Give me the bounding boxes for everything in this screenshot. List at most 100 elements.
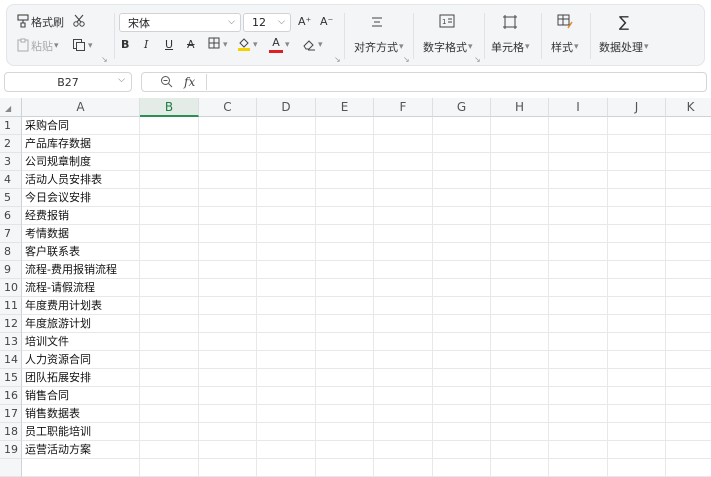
- cell-k[interactable]: [666, 441, 711, 459]
- row-header[interactable]: 8: [0, 243, 22, 261]
- cell-j[interactable]: [608, 279, 666, 297]
- cell-b[interactable]: [140, 441, 199, 459]
- cell-g[interactable]: [433, 351, 491, 369]
- cell-h[interactable]: [491, 459, 549, 477]
- cell-j[interactable]: [608, 297, 666, 315]
- spreadsheet-grid[interactable]: ◢ A B C D E F G H I J K 1 采购合同 2 产品库存数据 3 公司规章制度 4 活动人员安排表…: [0, 98, 711, 477]
- cell-a[interactable]: 人力资源合同: [22, 351, 140, 369]
- alignment-button[interactable]: 对齐方式 ▾: [354, 39, 404, 55]
- row-header[interactable]: [0, 459, 22, 477]
- cell-d[interactable]: [257, 351, 316, 369]
- cell-h[interactable]: [491, 405, 549, 423]
- cell-f[interactable]: [374, 441, 433, 459]
- cell-i[interactable]: [549, 135, 608, 153]
- cell-e[interactable]: [316, 297, 374, 315]
- cell-e[interactable]: [316, 387, 374, 405]
- cell-k[interactable]: [666, 387, 711, 405]
- cell-e[interactable]: [316, 135, 374, 153]
- cell-g[interactable]: [433, 297, 491, 315]
- italic-button[interactable]: I: [144, 38, 148, 51]
- cell-g[interactable]: [433, 459, 491, 477]
- cell-h[interactable]: [491, 333, 549, 351]
- cell-b[interactable]: [140, 225, 199, 243]
- cell-g[interactable]: [433, 387, 491, 405]
- row-header[interactable]: 4: [0, 171, 22, 189]
- cell-h[interactable]: [491, 315, 549, 333]
- cell-h[interactable]: [491, 279, 549, 297]
- style-button[interactable]: 样式 ▾: [551, 39, 579, 55]
- cell-b[interactable]: [140, 135, 199, 153]
- cell-h[interactable]: [491, 387, 549, 405]
- cell-a[interactable]: 今日会议安排: [22, 189, 140, 207]
- cell-i[interactable]: [549, 315, 608, 333]
- cell-h[interactable]: [491, 297, 549, 315]
- cell-g[interactable]: [433, 423, 491, 441]
- cell-e[interactable]: [316, 315, 374, 333]
- cell-d[interactable]: [257, 369, 316, 387]
- chevron-down-icon[interactable]: ⌵: [118, 75, 125, 85]
- cell-c[interactable]: [199, 369, 257, 387]
- cell-k[interactable]: [666, 243, 711, 261]
- format-painter-button[interactable]: 格式刷: [15, 14, 64, 30]
- paste-button[interactable]: 粘贴 ▾: [15, 38, 59, 54]
- number-format-expand-icon[interactable]: ↘: [474, 55, 481, 64]
- cell-a[interactable]: 流程-请假流程: [22, 279, 140, 297]
- cell-d[interactable]: [257, 387, 316, 405]
- cell-d[interactable]: [257, 153, 316, 171]
- cell-k[interactable]: [666, 225, 711, 243]
- cell-g[interactable]: [433, 441, 491, 459]
- cell-j[interactable]: [608, 171, 666, 189]
- cell-c[interactable]: [199, 315, 257, 333]
- cell-f[interactable]: [374, 333, 433, 351]
- cell-f[interactable]: [374, 171, 433, 189]
- cell-k[interactable]: [666, 279, 711, 297]
- cell-b[interactable]: [140, 279, 199, 297]
- cell-k[interactable]: [666, 135, 711, 153]
- cell-f[interactable]: [374, 225, 433, 243]
- cell-c[interactable]: [199, 279, 257, 297]
- cell-a[interactable]: 考情数据: [22, 225, 140, 243]
- clipboard-expand-icon[interactable]: ↘: [101, 55, 108, 64]
- cell-f[interactable]: [374, 261, 433, 279]
- cell-b[interactable]: [140, 459, 199, 477]
- cell-c[interactable]: [199, 189, 257, 207]
- name-box[interactable]: B27 ⌵: [4, 72, 132, 92]
- cell-c[interactable]: [199, 459, 257, 477]
- cell-j[interactable]: [608, 225, 666, 243]
- cell-h[interactable]: [491, 369, 549, 387]
- cell-g[interactable]: [433, 333, 491, 351]
- cell-h[interactable]: [491, 189, 549, 207]
- cell-c[interactable]: [199, 225, 257, 243]
- cell-i[interactable]: [549, 369, 608, 387]
- cell-e[interactable]: [316, 261, 374, 279]
- cell-f[interactable]: [374, 459, 433, 477]
- cell-k[interactable]: [666, 351, 711, 369]
- row-header[interactable]: 18: [0, 423, 22, 441]
- cell-a[interactable]: 采购合同: [22, 117, 140, 135]
- cell-j[interactable]: [608, 441, 666, 459]
- cell-h[interactable]: [491, 171, 549, 189]
- cell-f[interactable]: [374, 351, 433, 369]
- cell-d[interactable]: [257, 315, 316, 333]
- cell-d[interactable]: [257, 333, 316, 351]
- row-header[interactable]: 6: [0, 207, 22, 225]
- cell-h[interactable]: [491, 441, 549, 459]
- cell-g[interactable]: [433, 405, 491, 423]
- cell-a[interactable]: 产品库存数据: [22, 135, 140, 153]
- row-header[interactable]: 9: [0, 261, 22, 279]
- cell-i[interactable]: [549, 261, 608, 279]
- cell-k[interactable]: [666, 171, 711, 189]
- cell-g[interactable]: [433, 261, 491, 279]
- cell-h[interactable]: [491, 225, 549, 243]
- row-header[interactable]: 7: [0, 225, 22, 243]
- cell-f[interactable]: [374, 369, 433, 387]
- cell-i[interactable]: [549, 225, 608, 243]
- cell-f[interactable]: [374, 405, 433, 423]
- cell-e[interactable]: [316, 423, 374, 441]
- cell-b[interactable]: [140, 261, 199, 279]
- cell-g[interactable]: [433, 225, 491, 243]
- cell-g[interactable]: [433, 153, 491, 171]
- column-header-h[interactable]: H: [491, 98, 549, 117]
- cell-b[interactable]: [140, 189, 199, 207]
- cell-k[interactable]: [666, 189, 711, 207]
